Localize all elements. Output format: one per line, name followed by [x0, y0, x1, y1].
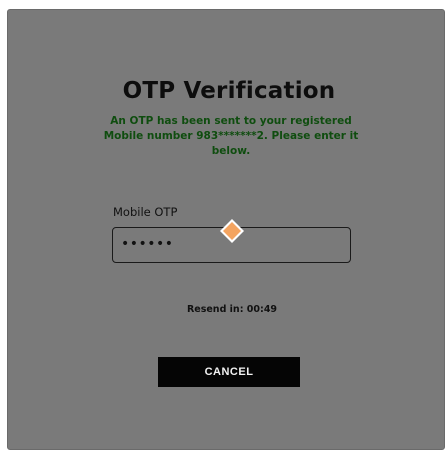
modal-title: OTP Verification	[122, 78, 336, 104]
orange-diamond-cursor-icon	[220, 219, 244, 243]
resend-timer: Resend in: 00:49	[186, 304, 278, 315]
cancel-button[interactable]: CANCEL	[158, 357, 300, 387]
mobile-otp-label: Mobile OTP	[113, 205, 178, 219]
otp-sent-message: An OTP has been sent to your registered …	[103, 115, 359, 157]
page: OTP Verification An OTP has been sent to…	[0, 0, 445, 450]
